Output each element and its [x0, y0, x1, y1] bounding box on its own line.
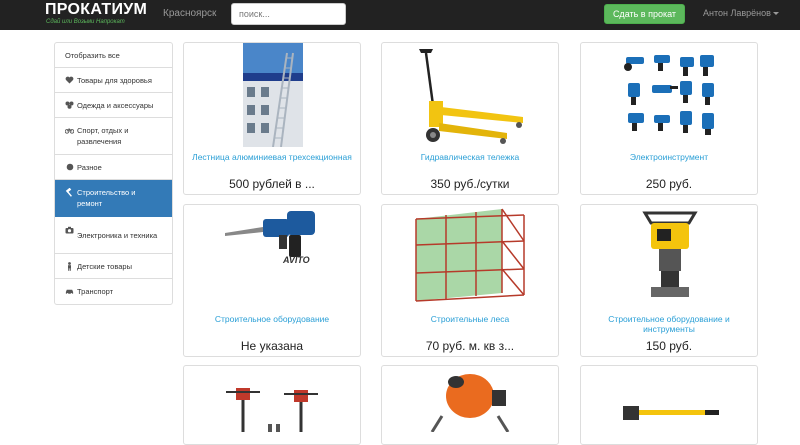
product-card[interactable]: Гидравлическая тележка 350 руб./сутки [381, 42, 559, 195]
user-name: Антон Лаврёнов [703, 8, 771, 18]
product-image[interactable] [422, 366, 520, 433]
product-card[interactable] [183, 365, 361, 445]
product-title[interactable]: Строительное оборудование [190, 314, 354, 324]
product-price: Не указана [240, 339, 304, 353]
search-input[interactable] [231, 3, 346, 25]
bicycle-icon [65, 126, 74, 135]
top-navbar: ПРОКАТИУМ Сдай или Возьми Напрокат Красн… [0, 0, 800, 30]
product-image[interactable] [243, 43, 303, 148]
sidebar-item-label: Разное [77, 162, 102, 172]
sidebar-item-transport[interactable]: Транспорт [55, 279, 172, 304]
product-image[interactable] [618, 43, 722, 147]
product-card[interactable]: AVITO Строительное оборудование Не указа… [183, 204, 361, 357]
product-price: 500 рублей в ... [229, 177, 315, 191]
product-title[interactable]: Строительное оборудование и инструменты [587, 314, 751, 334]
sidebar-item-clothes[interactable]: Одежда и аксессуары [55, 93, 172, 118]
product-image[interactable] [411, 43, 531, 147]
sidebar-item-health[interactable]: Товары для здоровья [55, 68, 172, 93]
product-price: 250 руб. [645, 177, 693, 191]
sidebar-item-label: Строительство и ремонт [77, 188, 136, 208]
product-image[interactable] [406, 205, 536, 305]
sidebar-item-label: Электроника и техника [77, 230, 158, 240]
sidebar-item-label: Детские товары [77, 261, 132, 271]
product-price: 350 руб./сутки [430, 177, 510, 191]
product-image[interactable] [633, 205, 707, 305]
product-card[interactable]: Электроинструмент 250 руб. [580, 42, 758, 195]
product-title[interactable]: Гидравлическая тележка [388, 152, 552, 162]
product-title[interactable]: Строительные леса [388, 314, 552, 324]
product-card[interactable]: Строительное оборудование и инструменты … [580, 204, 758, 357]
child-icon [65, 261, 74, 271]
sidebar-item-kids[interactable]: Детские товары [55, 254, 172, 279]
sidebar-item-label: Отобразить все [65, 50, 120, 60]
product-title[interactable]: Электроинструмент [587, 152, 751, 162]
hammer-icon [65, 188, 74, 197]
product-card[interactable]: Лестница алюминиевая трехсекционная 500 … [183, 42, 361, 195]
product-card[interactable] [580, 365, 758, 445]
product-card[interactable]: Строительные леса 70 руб. м. кв з... [381, 204, 559, 357]
svg-text:AVITO: AVITO [282, 255, 310, 265]
rent-out-button[interactable]: Сдать в прокат [604, 4, 685, 24]
user-menu[interactable]: Антон Лаврёнов [703, 8, 779, 18]
sidebar-item-sport[interactable]: Спорт, отдых и развлечения [55, 118, 172, 155]
camera-icon [65, 225, 74, 234]
clothes-icon [65, 101, 74, 110]
heart-icon [65, 76, 74, 85]
caret-down-icon [772, 12, 779, 16]
sidebar-item-label: Товары для здоровья [77, 75, 152, 85]
sidebar-item-electronics[interactable]: Электроника и техника [55, 217, 172, 254]
city-selector[interactable]: Красноярск [163, 8, 216, 19]
car-icon [65, 287, 74, 296]
sidebar-item-label: Спорт, отдых и развлечения [77, 126, 129, 146]
sidebar-item-label: Одежда и аксессуары [77, 100, 154, 110]
product-image[interactable] [222, 366, 326, 432]
sidebar-item-construction[interactable]: Строительство и ремонт [55, 180, 172, 217]
dot-icon [65, 163, 74, 172]
product-image[interactable] [617, 366, 723, 432]
brand-logo[interactable]: ПРОКАТИУМ [45, 1, 147, 19]
product-price: 70 руб. м. кв з... [425, 339, 515, 353]
product-title[interactable]: Лестница алюминиевая трехсекционная [190, 152, 354, 162]
sidebar-item-label: Транспорт [77, 287, 114, 296]
product-image[interactable]: AVITO [223, 205, 323, 265]
product-price: 150 руб. [645, 339, 693, 353]
sidebar-item-all[interactable]: Отобразить все [55, 43, 172, 68]
category-sidebar: Отобразить все Товары для здоровья Одежд… [54, 42, 173, 305]
sidebar-item-misc[interactable]: Разное [55, 155, 172, 180]
product-card[interactable] [381, 365, 559, 445]
brand-tagline: Сдай или Возьми Напрокат [46, 19, 125, 25]
